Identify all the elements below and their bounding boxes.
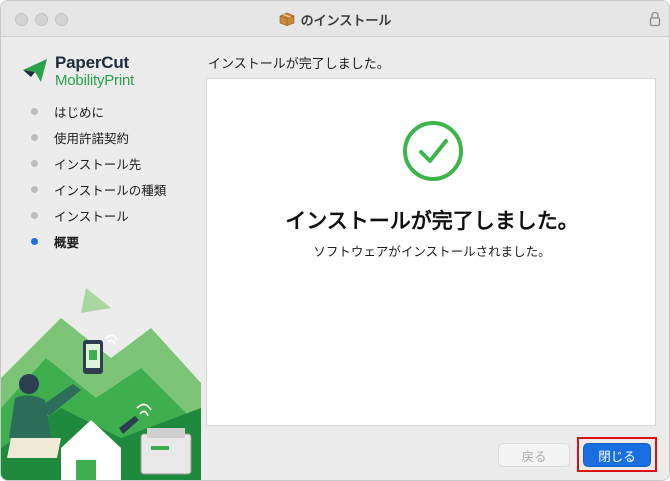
lock-icon: [649, 11, 661, 27]
logo-text-papercut: PaperCut: [55, 53, 129, 72]
sidebar: PaperCut MobilityPrint はじめに 使用許諾契約 インストー…: [1, 38, 201, 480]
completion-subtitle: ソフトウェアがインストールされました。: [313, 244, 551, 259]
back-button[interactable]: 戻る: [498, 443, 570, 467]
logo-text-mobilityprint: MobilityPrint: [55, 72, 135, 89]
step-bullet: [31, 107, 38, 115]
papercut-logo: PaperCut MobilityPrint: [21, 52, 191, 92]
installer-window: のインストール PaperCut MobilityPrint はじめに 使用許諾…: [0, 0, 670, 481]
content-panel: インストールが完了しました。 ソフトウェアがインストールされました。: [206, 78, 656, 426]
step-bullet-active: [31, 237, 38, 245]
step-bullet: [31, 159, 38, 167]
checkmark-circle-icon: [403, 121, 463, 181]
step-label: インストールの種類: [54, 182, 167, 198]
window-title: のインストール: [1, 1, 669, 37]
step-summary: 概要: [31, 228, 166, 254]
step-label: はじめに: [54, 104, 105, 120]
step-label: 概要: [54, 234, 80, 250]
page-heading: インストールが完了しました。: [208, 57, 390, 72]
step-bullet: [31, 211, 38, 219]
papercut-arrow-logo-icon: [23, 59, 47, 82]
step-destination: インストール先: [31, 150, 166, 176]
mobility-print-illustration: [1, 288, 201, 480]
installer-steps: はじめに 使用許諾契約 インストール先 インストールの種類 インストール 概要: [31, 98, 166, 254]
window-title-text: のインストール: [300, 13, 392, 29]
step-bullet: [31, 185, 38, 193]
step-installation: インストール: [31, 202, 166, 228]
step-license: 使用許諾契約: [31, 124, 166, 150]
package-icon: [279, 12, 294, 26]
title-bar[interactable]: のインストール: [1, 1, 669, 37]
step-label: インストール先: [54, 156, 142, 172]
completion-title: インストールが完了しました。: [285, 209, 579, 233]
step-label: インストール: [54, 208, 129, 224]
step-installation-type: インストールの種類: [31, 176, 166, 202]
step-bullet: [31, 133, 38, 141]
step-introduction: はじめに: [31, 98, 166, 124]
close-button[interactable]: 閉じる: [583, 443, 651, 467]
step-label: 使用許諾契約: [54, 130, 130, 146]
